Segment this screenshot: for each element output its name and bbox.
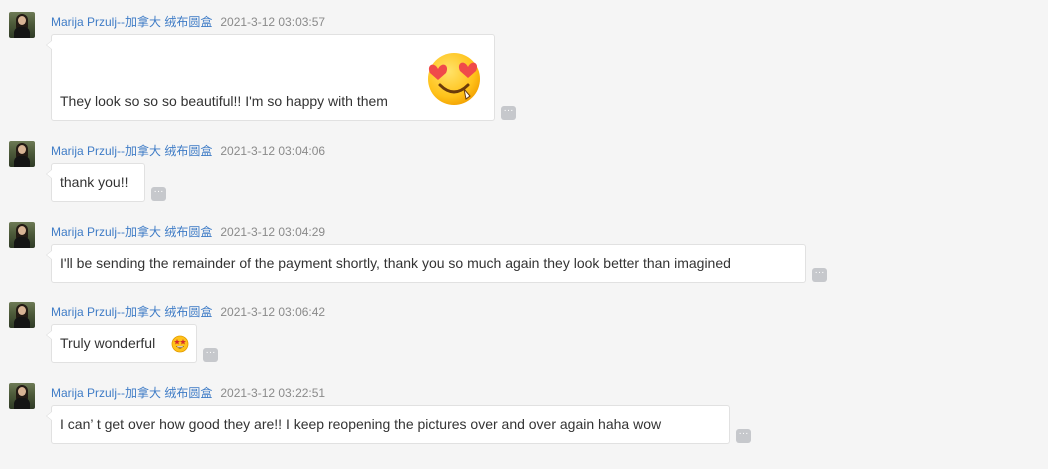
- sender-name[interactable]: Marija Przulj--加拿大 绒布圆盒: [51, 225, 212, 239]
- avatar[interactable]: [9, 383, 35, 409]
- avatar[interactable]: [9, 302, 35, 328]
- sender-name[interactable]: Marija Przulj--加拿大 绒布圆盒: [51, 15, 212, 29]
- more-options-button[interactable]: ···: [151, 187, 166, 201]
- message-bubble: They look so so so beautiful!! I'm so ha…: [46, 34, 495, 121]
- more-options-button[interactable]: ···: [736, 429, 751, 443]
- message-meta: Marija Przulj--加拿大 绒布圆盒 2021-3-12 03:06:4…: [51, 304, 325, 320]
- sender-name[interactable]: Marija Przulj--加拿大 绒布圆盒: [51, 144, 212, 158]
- message-meta: Marija Przulj--加拿大 绒布圆盒 2021-3-12 03:04:2…: [51, 224, 325, 240]
- avatar[interactable]: [9, 12, 35, 38]
- timestamp: 2021-3-12 03:06:42: [220, 305, 326, 319]
- message-item: Marija Przulj--加拿大 绒布圆盒 2021-3-12 03:06:4…: [0, 302, 1048, 364]
- chat-history: Marija Przulj--加拿大 绒布圆盒 2021-3-12 03:03:5…: [0, 0, 1048, 469]
- sender-name[interactable]: Marija Przulj--加拿大 绒布圆盒: [51, 305, 212, 319]
- message-bubble: Truly wonderful: [46, 324, 197, 363]
- message-text: Truly wonderful: [60, 335, 156, 351]
- sender-name[interactable]: Marija Przulj--加拿大 绒布圆盒: [51, 386, 212, 400]
- message-meta: Marija Przulj--加拿大 绒布圆盒 2021-3-12 03:03:5…: [51, 14, 325, 30]
- timestamp: 2021-3-12 03:04:06: [220, 144, 326, 158]
- message-item: Marija Przulj--加拿大 绒布圆盒 2021-3-12 03:04:0…: [0, 141, 1048, 203]
- message-text: They look so so so beautiful!! I'm so ha…: [60, 93, 388, 109]
- message-item: Marija Przulj--加拿大 绒布圆盒 2021-3-12 03:22:5…: [0, 383, 1048, 445]
- timestamp: 2021-3-12 03:22:51: [220, 386, 326, 400]
- more-options-button[interactable]: ···: [203, 348, 218, 362]
- message-bubble: I can’ t get over how good they are!! I …: [46, 405, 730, 444]
- message-text: I can’ t get over how good they are!! I …: [60, 416, 662, 432]
- message-bubble: thank you!!: [46, 163, 145, 202]
- message-meta: Marija Przulj--加拿大 绒布圆盒 2021-3-12 03:22:5…: [51, 385, 325, 401]
- more-options-button[interactable]: ···: [812, 268, 827, 282]
- message-bubble: I'll be sending the remainder of the pay…: [46, 244, 806, 283]
- timestamp: 2021-3-12 03:04:29: [220, 225, 326, 239]
- avatar[interactable]: [9, 222, 35, 248]
- more-options-button[interactable]: ···: [501, 106, 516, 120]
- message-text: I'll be sending the remainder of the pay…: [60, 255, 731, 271]
- timestamp: 2021-3-12 03:03:57: [220, 15, 326, 29]
- heart-eyes-emoji-icon: [424, 47, 484, 110]
- message-meta: Marija Przulj--加拿大 绒布圆盒 2021-3-12 03:04:0…: [51, 143, 325, 159]
- message-item: Marija Przulj--加拿大 绒布圆盒 2021-3-12 03:03:5…: [0, 12, 1048, 124]
- avatar[interactable]: [9, 141, 35, 167]
- message-text: thank you!!: [60, 174, 129, 190]
- message-item: Marija Przulj--加拿大 绒布圆盒 2021-3-12 03:04:2…: [0, 222, 1048, 284]
- star-struck-emoji-icon: [171, 335, 189, 356]
